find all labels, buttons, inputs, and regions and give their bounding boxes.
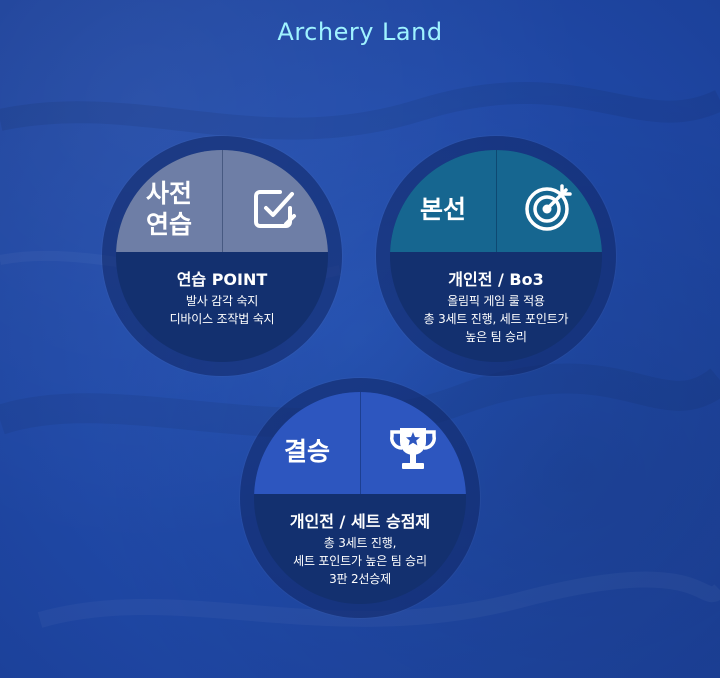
checkbox-icon xyxy=(222,150,328,252)
final-card-label: 결승 xyxy=(283,436,330,466)
description-line: 높은 팀 승리 xyxy=(465,330,527,344)
practice-card-description: 발사 감각 숙지 디바이스 조작법 숙지 xyxy=(122,292,322,328)
description-line: 디바이스 조작법 숙지 xyxy=(169,312,275,326)
practice-card: 사전 연습 연습 POINT 발사 감각 숙지 디바이스 조작법 숙지 xyxy=(102,136,342,376)
final-card-inner: 결승 개인전 / 세트 승점제 총 3세트 진행, 세트 포인트가 높은 팀 승… xyxy=(254,392,466,604)
final-card: 결승 개인전 / 세트 승점제 총 3세트 진행, 세트 포인트가 높은 팀 승… xyxy=(240,378,480,618)
practice-card-label: 사전 연습 xyxy=(145,179,192,239)
description-line: 세트 포인트가 높은 팀 승리 xyxy=(293,554,427,568)
practice-card-heading: 연습 POINT xyxy=(176,270,268,289)
practice-card-inner: 사전 연습 연습 POINT 발사 감각 숙지 디바이스 조작법 숙지 xyxy=(116,150,328,362)
description-line: 올림픽 게임 룰 적용 xyxy=(447,294,545,308)
description-line: 3판 2선승제 xyxy=(329,572,391,586)
main-round-card-heading: 개인전 / Bo3 xyxy=(448,270,544,289)
trophy-icon xyxy=(360,392,466,494)
target-icon xyxy=(496,150,602,252)
description-line: 총 3세트 진행, 세트 포인트가 xyxy=(423,312,569,326)
main-round-card-description: 올림픽 게임 룰 적용 총 3세트 진행, 세트 포인트가 높은 팀 승리 xyxy=(396,292,596,346)
final-card-description: 총 3세트 진행, 세트 포인트가 높은 팀 승리 3판 2선승제 xyxy=(260,534,460,588)
description-line: 발사 감각 숙지 xyxy=(185,294,259,308)
main-round-card-label: 본선 xyxy=(419,194,466,224)
main-round-card-inner: 본선 개인전 / Bo3 올림픽 게임 룰 적용 총 3세트 진행, 세트 포인… xyxy=(390,150,602,362)
main-round-card: 본선 개인전 / Bo3 올림픽 게임 룰 적용 총 3세트 진행, 세트 포인… xyxy=(376,136,616,376)
final-card-heading: 개인전 / 세트 승점제 xyxy=(289,512,431,531)
page-title: Archery Land xyxy=(277,18,443,46)
description-line: 총 3세트 진행, xyxy=(323,536,397,550)
